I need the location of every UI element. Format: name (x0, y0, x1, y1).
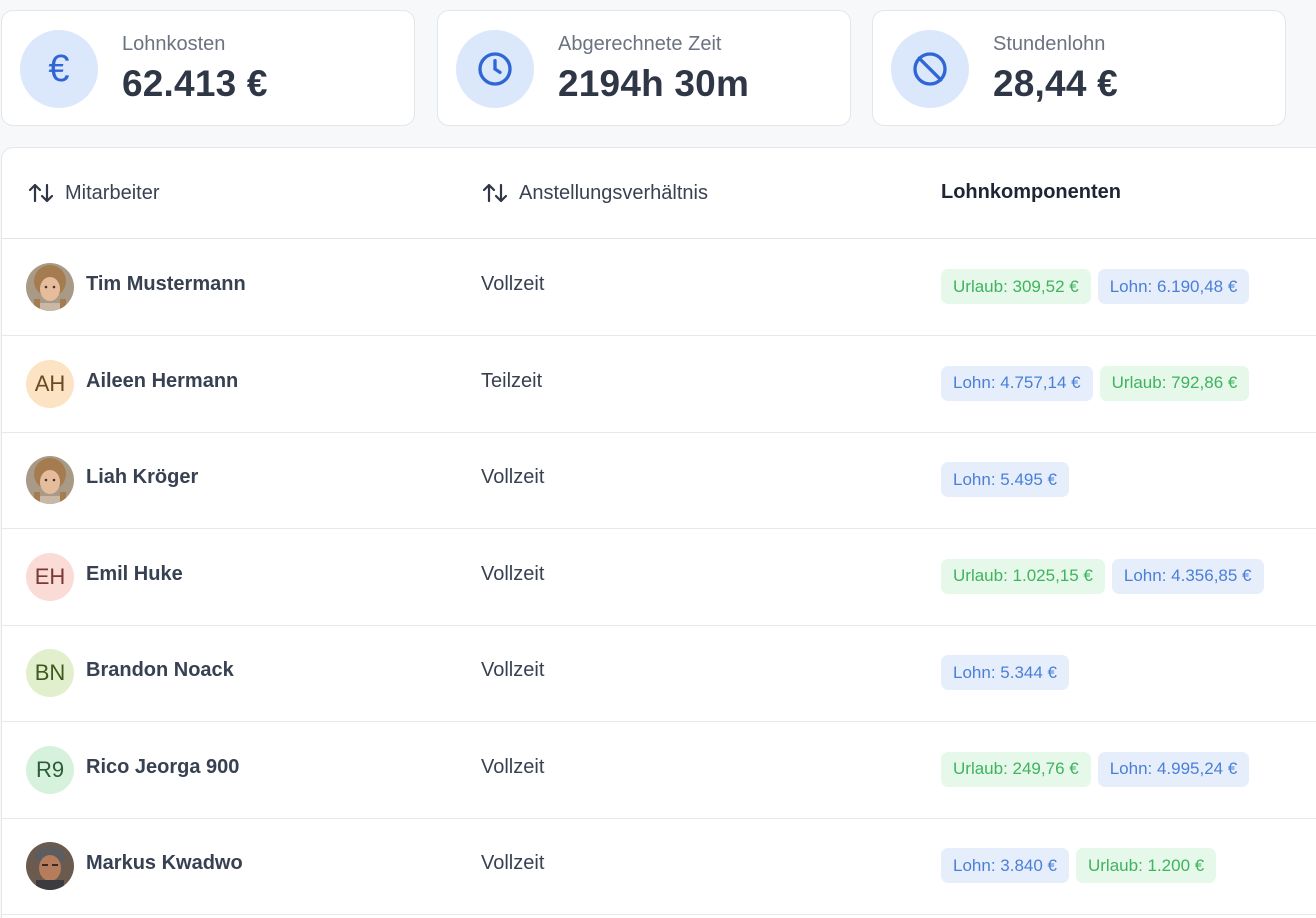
table-row[interactable]: AH Aileen Hermann Teilzeit Lohn: 4.757,14 €… (2, 336, 1316, 433)
employee-name: Markus Kwadwo (86, 852, 243, 874)
column-header-mitarbeiter[interactable]: Mitarbeiter (27, 181, 159, 205)
vacation-pay-badge: Urlaub: 249,76 € (941, 751, 1091, 787)
sort-icon (28, 183, 54, 203)
no-money-icon (891, 30, 969, 108)
employment-type: Vollzeit (481, 273, 545, 295)
employee-name: Tim Mustermann (86, 273, 246, 295)
avatar: R9 (26, 745, 74, 794)
avatar: BN (26, 649, 74, 697)
table-row[interactable]: Markus Kwadwo Vollzeit Lohn: 3.840 € Urlaub… (2, 818, 1316, 915)
avatar (26, 842, 74, 890)
wage-badge: Lohn: 6.190,48 € (1097, 269, 1250, 304)
column-header-lohnkomponenten: Lohnkomponenten (941, 181, 1121, 204)
euro-icon: € (20, 30, 98, 108)
wage-badge: Lohn: 5.344 € (941, 655, 1069, 690)
avatar (26, 456, 74, 504)
employment-type: Vollzeit (481, 659, 545, 681)
employment-type: Vollzeit (481, 466, 545, 488)
salary-components: Lohn: 4.757,14 € Urlaub: 792,86 € (941, 365, 1250, 401)
table-row[interactable]: Liah Kröger Vollzeit Lohn: 5.495 € (2, 432, 1316, 529)
employment-type: Vollzeit (481, 562, 545, 585)
column-header-anstellungsverhaeltnis[interactable]: Anstellungsverhältnis (481, 181, 708, 205)
table-row[interactable]: BN Brandon Noack Vollzeit Lohn: 5.344 € (2, 625, 1316, 722)
avatar-initials: AH (34, 370, 66, 396)
wage-badge: Lohn: 3.840 € (941, 848, 1069, 883)
employee-name: Rico Jeorga 900 (86, 755, 240, 778)
employee-name: Liah Kröger (86, 466, 199, 488)
avatar-initials: EH (34, 563, 66, 589)
euro-glyph: € (48, 48, 70, 90)
employment-type: Vollzeit (481, 852, 545, 874)
wage-badge: Lohn: 4.995,24 € (1097, 751, 1250, 787)
column-header-label: Mitarbeiter (65, 181, 160, 204)
column-header-label: Lohnkomponenten (941, 181, 1121, 203)
avatar-initials: BN (34, 660, 66, 685)
table-row[interactable]: EH Emil Huke Vollzeit Urlaub: 1.025,15 € Loh… (2, 529, 1316, 626)
employee-name: Aileen Hermann (86, 369, 239, 392)
stat-value: 28,44 € (993, 63, 1118, 104)
employment-type: Teilzeit (481, 369, 543, 392)
stats-bar: € Lohnkosten 62.413 € Abgerechnete Zeit … (0, 10, 1316, 128)
stat-label: Abgerechnete Zeit (558, 33, 722, 55)
employment-type: Vollzeit (481, 755, 545, 778)
vacation-pay-badge: Urlaub: 309,52 € (941, 269, 1091, 304)
salary-components: Urlaub: 249,76 € Lohn: 4.995,24 € (941, 751, 1250, 787)
clock-icon (456, 30, 534, 108)
wage-badge: Lohn: 4.757,14 € (941, 365, 1093, 401)
avatar: EH (26, 552, 74, 601)
employee-table: Mitarbeiter Anstellungsverhältnis Lohnko… (1, 147, 1316, 918)
avatar-initials: R9 (35, 756, 65, 782)
avatar (26, 263, 74, 311)
stat-card-stundenlohn: Stundenlohn 28,44 € (872, 10, 1286, 126)
vacation-pay-badge: Urlaub: 1.200 € (1075, 848, 1217, 883)
stat-value: 62.413 € (122, 63, 268, 104)
table-row[interactable]: R9 Rico Jeorga 900 Vollzeit Urlaub: 249,76 … (2, 722, 1316, 819)
stat-label: Lohnkosten (122, 33, 226, 55)
stat-value: 2194h 30m (558, 63, 750, 104)
employee-name: Emil Huke (86, 562, 183, 585)
salary-components: Lohn: 3.840 € Urlaub: 1.200 € (941, 848, 1217, 883)
wage-badge: Lohn: 4.356,85 € (1111, 558, 1264, 594)
salary-components: Lohn: 5.344 € (941, 655, 1069, 690)
avatar: AH (26, 359, 74, 408)
stat-card-lohnkosten: € Lohnkosten 62.413 € (1, 10, 415, 126)
stat-card-abgerechnete-zeit: Abgerechnete Zeit 2194h 30m (437, 10, 851, 126)
vacation-pay-badge: Urlaub: 1.025,15 € (941, 558, 1105, 594)
sort-icon (482, 183, 508, 203)
stat-label: Stundenlohn (993, 33, 1106, 55)
salary-components: Urlaub: 309,52 € Lohn: 6.190,48 € (941, 269, 1250, 304)
vacation-pay-badge: Urlaub: 792,86 € (1099, 365, 1250, 401)
column-header-label: Anstellungsverhältnis (519, 181, 708, 204)
wage-badge: Lohn: 5.495 € (941, 462, 1069, 497)
salary-components: Urlaub: 1.025,15 € Lohn: 4.356,85 € (941, 558, 1264, 594)
employee-name: Brandon Noack (86, 659, 234, 681)
salary-components: Lohn: 5.495 € (941, 462, 1069, 497)
table-header: Mitarbeiter Anstellungsverhältnis Lohnko… (2, 148, 1316, 239)
table-row[interactable]: Tim Mustermann Vollzeit Urlaub: 309,52 € Lo… (2, 239, 1316, 336)
